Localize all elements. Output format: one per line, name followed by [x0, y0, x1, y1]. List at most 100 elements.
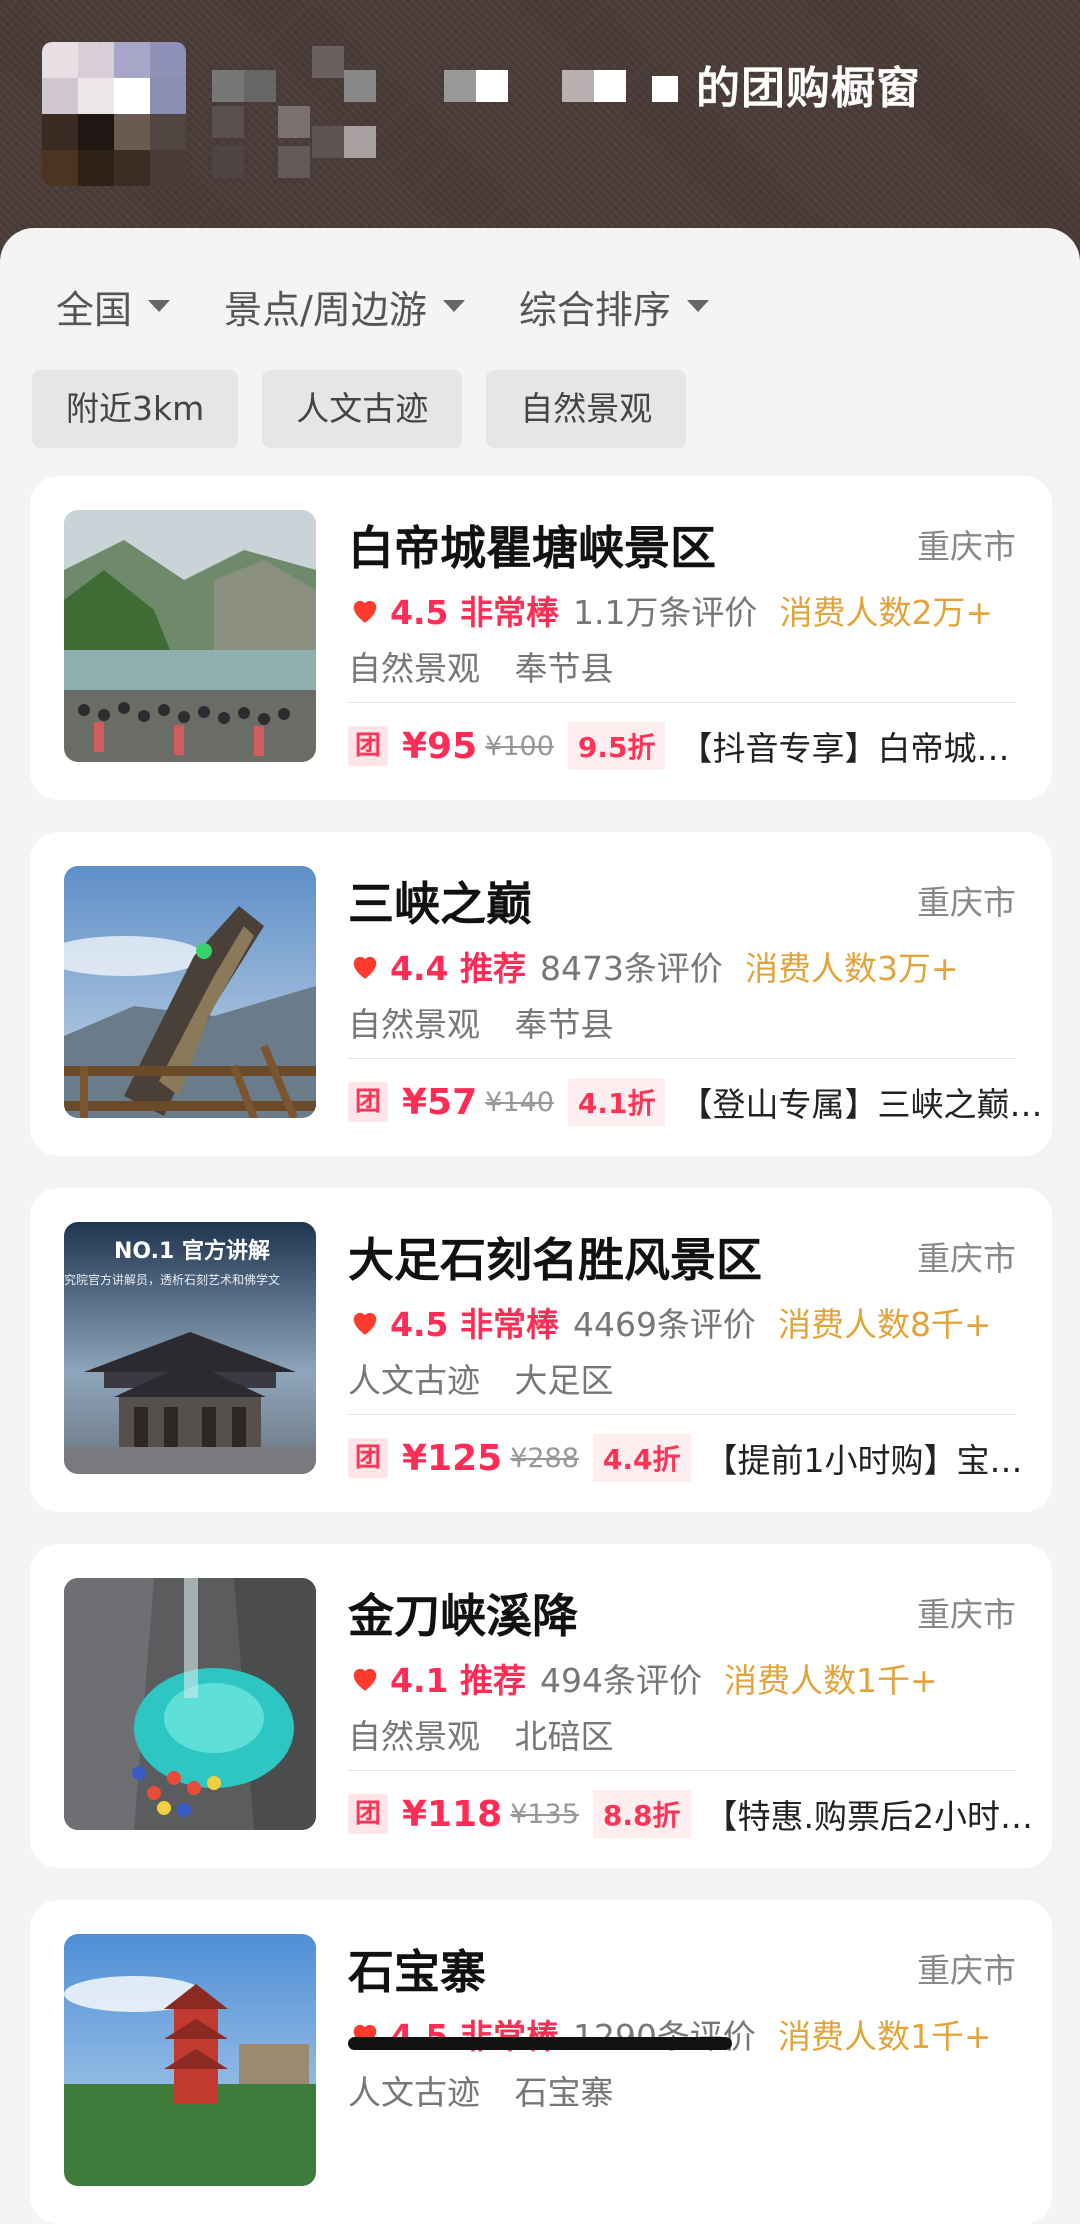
customer-count: 消费人数8千+ — [777, 1305, 992, 1344]
original-price: ¥135 — [510, 1798, 579, 1830]
original-price: ¥288 — [510, 1442, 579, 1474]
listing-thumbnail — [64, 1934, 316, 2186]
listing-card[interactable]: 三峡之巅 重庆市 4.4 推荐 8473条评价 消费人数3万+ 自然景观 奉节县… — [30, 832, 1052, 1156]
deal-price: ¥95 — [402, 725, 478, 767]
listing-card[interactable]: 石宝寨 重庆市 4.5 非常棒 1290条评价 消费人数1千+ 人文古迹 石宝寨 — [30, 1900, 1052, 2224]
listing-meta: 自然景观 北碚区 — [348, 1710, 638, 1758]
deal-price: ¥118 — [402, 1793, 503, 1835]
caret-down-icon — [686, 300, 709, 312]
listing-thumbnail — [64, 510, 316, 762]
page-title: 的团购橱窗 — [696, 63, 921, 114]
listing-thumbnail — [64, 1578, 316, 1830]
divider — [348, 1058, 1016, 1059]
listing-card[interactable]: 金刀峡溪降 重庆市 4.1 推荐 494条评价 消费人数1千+ 自然景观 北碚区… — [30, 1544, 1052, 1868]
home-indicator[interactable] — [348, 2037, 732, 2050]
discount-badge: 8.8折 — [592, 1790, 691, 1838]
listing-category: 人文古迹 — [348, 2073, 480, 2112]
divider — [348, 702, 1016, 703]
divider — [348, 1414, 1016, 1415]
original-price: ¥140 — [485, 1086, 554, 1118]
discount-badge: 4.1折 — [567, 1078, 666, 1126]
tag-bar: 附近3km 人文古迹 自然景观 — [32, 370, 710, 448]
discount-badge: 9.5折 — [567, 722, 666, 770]
rating-row: 4.4 推荐 8473条评价 消费人数3万+ — [348, 942, 959, 990]
avatar[interactable] — [42, 42, 186, 186]
page-header: 的团购橱窗 — [0, 0, 1080, 260]
rating-score: 4.5 非常棒 — [390, 1305, 559, 1344]
rating-row: 4.5 非常棒 1.1万条评价 消费人数2万+ — [348, 586, 993, 634]
group-buy-badge: 团 — [348, 1082, 388, 1122]
filter-region[interactable]: 全国 — [56, 279, 171, 334]
group-buy-badge: 团 — [348, 1438, 388, 1478]
listing-card[interactable]: NO.1 官方讲解 究院官方讲解员，透析石刻艺术和佛学文 大足石刻名胜风景区 重… — [30, 1188, 1052, 1512]
listing-meta: 人文古迹 石宝寨 — [348, 2066, 638, 2114]
review-count: 4469条评价 — [572, 1305, 756, 1344]
listing-district: 大足区 — [514, 1361, 614, 1400]
listing-title: 三峡之巅 — [348, 877, 532, 931]
deal-row[interactable]: 团 ¥118 ¥135 8.8折 【特惠.购票后2小时… — [348, 1790, 1033, 1838]
group-buy-badge: 团 — [348, 1794, 388, 1834]
thumb-overlay-subtitle: 究院官方讲解员，透析石刻艺术和佛学文 — [64, 1272, 280, 1287]
listing-title: 白帝城瞿塘峡景区 — [348, 521, 716, 575]
rating-row: 4.1 推荐 494条评价 消费人数1千+ — [348, 1654, 938, 1702]
divider — [348, 1770, 1016, 1771]
filter-category[interactable]: 景点/周边游 — [224, 279, 465, 334]
listing-category: 自然景观 — [348, 649, 480, 688]
group-buy-badge: 团 — [348, 726, 388, 766]
deal-description: 【抖音专享】白帝城… — [679, 729, 1010, 768]
filter-sort-label: 综合排序 — [518, 287, 671, 332]
customer-count: 消费人数1千+ — [777, 2017, 992, 2056]
review-count: 1.1万条评价 — [572, 593, 758, 632]
tag-nature[interactable]: 自然景观 — [486, 370, 687, 448]
listing-city: 重庆市 — [917, 1239, 1016, 1278]
heart-icon — [353, 956, 377, 979]
rating-row: 4.5 非常棒 4469条评价 消费人数8千+ — [348, 1298, 992, 1346]
deal-price: ¥125 — [402, 1437, 503, 1479]
thumb-overlay-title: NO.1 官方讲解 — [114, 1238, 270, 1264]
tag-nearby[interactable]: 附近3km — [32, 370, 239, 448]
listing-meta: 自然景观 奉节县 — [348, 642, 638, 690]
listing-city: 重庆市 — [917, 527, 1016, 566]
deal-row[interactable]: 团 ¥125 ¥288 4.4折 【提前1小时购】宝… — [348, 1434, 1023, 1482]
username-blurred — [212, 46, 682, 186]
heart-icon — [353, 1312, 377, 1335]
deal-description: 【特惠.购票后2小时… — [704, 1797, 1034, 1836]
listing-city: 重庆市 — [917, 1951, 1016, 1990]
deal-price: ¥57 — [402, 1081, 478, 1123]
listing-meta: 人文古迹 大足区 — [348, 1354, 638, 1402]
original-price: ¥100 — [485, 730, 554, 762]
heart-icon — [353, 1668, 377, 1691]
filter-region-label: 全国 — [56, 287, 133, 332]
content-sheet: 全国 景点/周边游 综合排序 附近3km 人文古迹 自然景观 白帝城瞿塘峡景区 … — [0, 228, 1080, 2224]
listing-title: 大足石刻名胜风景区 — [348, 1233, 762, 1287]
listing-district: 奉节县 — [514, 1005, 614, 1044]
customer-count: 消费人数2万+ — [779, 593, 994, 632]
listing-category: 自然景观 — [348, 1005, 480, 1044]
customer-count: 消费人数1千+ — [723, 1661, 938, 1700]
listing-thumbnail — [64, 866, 316, 1118]
listing-city: 重庆市 — [917, 1595, 1016, 1634]
tag-heritage[interactable]: 人文古迹 — [262, 370, 463, 448]
listing-thumbnail: NO.1 官方讲解 究院官方讲解员，透析石刻艺术和佛学文 — [64, 1222, 316, 1474]
deal-row[interactable]: 团 ¥57 ¥140 4.1折 【登山专属】三峡之巅… — [348, 1078, 1042, 1126]
listing-card[interactable]: 白帝城瞿塘峡景区 重庆市 4.5 非常棒 1.1万条评价 消费人数2万+ 自然景… — [30, 476, 1052, 800]
filter-sort[interactable]: 综合排序 — [519, 279, 709, 334]
filter-category-label: 景点/周边游 — [224, 287, 427, 332]
review-count: 494条评价 — [539, 1661, 702, 1700]
review-count: 8473条评价 — [539, 949, 723, 988]
listing-district: 奉节县 — [514, 649, 614, 688]
listing-meta: 自然景观 奉节县 — [348, 998, 638, 1046]
rating-score: 4.5 非常棒 — [390, 593, 559, 632]
filter-bar: 全国 景点/周边游 综合排序 — [56, 276, 763, 336]
rating-score: 4.1 推荐 — [390, 1661, 526, 1700]
review-count: 1290条评价 — [573, 2010, 756, 2058]
listing-title: 石宝寨 — [348, 1945, 486, 1999]
listing-district: 北碚区 — [514, 1717, 614, 1756]
listing-category: 人文古迹 — [348, 1361, 480, 1400]
listing-category: 自然景观 — [348, 1717, 480, 1756]
listing-district: 石宝寨 — [514, 2073, 614, 2112]
deal-row[interactable]: 团 ¥95 ¥100 9.5折 【抖音专享】白帝城… — [348, 722, 1009, 770]
caret-down-icon — [148, 300, 171, 312]
rating-row: 4.5 非常棒 1290条评价 消费人数1千+ — [348, 2010, 992, 2058]
listing-city: 重庆市 — [917, 883, 1016, 922]
